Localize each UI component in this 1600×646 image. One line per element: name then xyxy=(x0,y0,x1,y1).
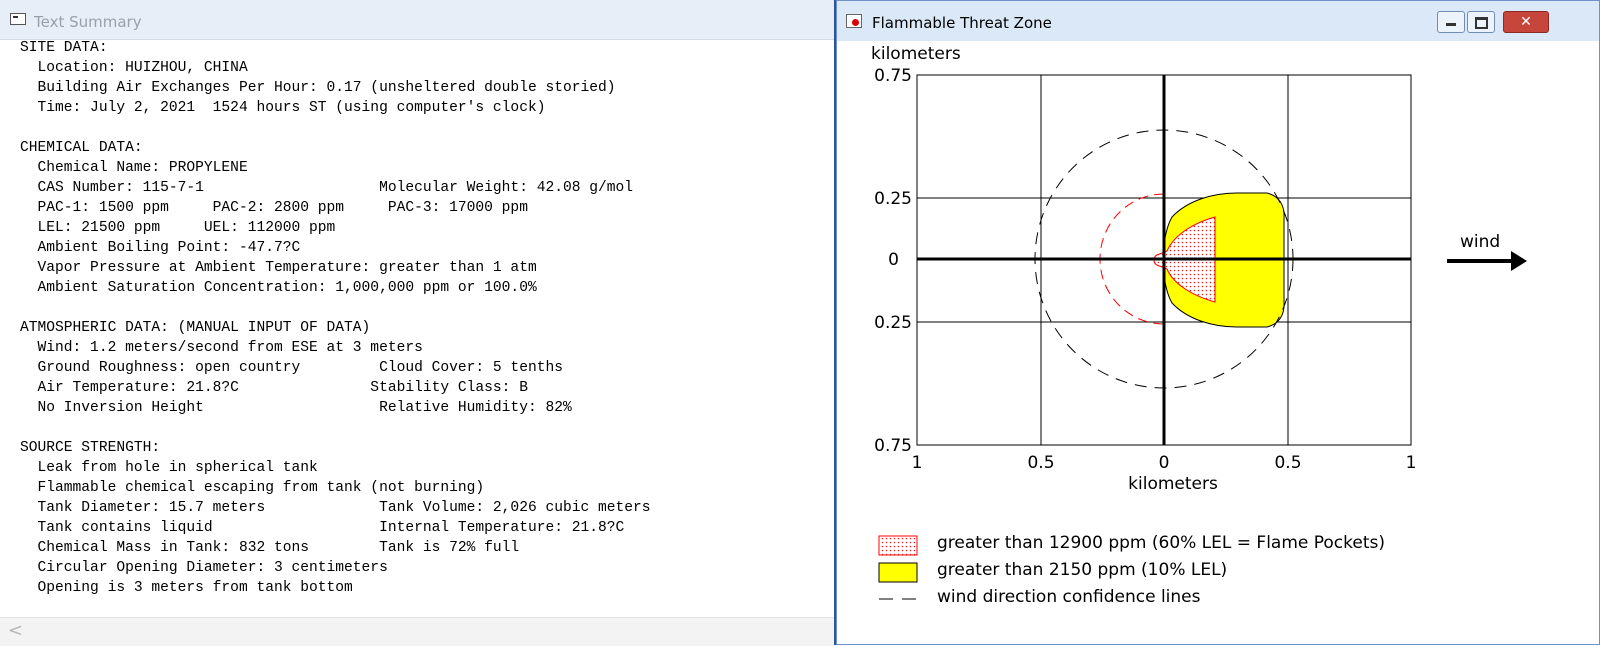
x-tick-label: 0 xyxy=(1159,453,1170,473)
x-tick-label: 1 xyxy=(1406,453,1417,473)
legend-swatch-lel xyxy=(878,562,918,583)
y-tick-label: 0.75 xyxy=(874,66,912,86)
summary-line xyxy=(20,118,651,138)
threat-zone-title: Flammable Threat Zone xyxy=(872,14,1052,32)
legend-label: greater than 2150 ppm (10% LEL) xyxy=(937,560,1227,580)
text-summary-title: Text Summary xyxy=(34,13,142,31)
y-axis-unit-label: kilometers xyxy=(871,44,961,64)
summary-line: Tank contains liquid Internal Temperatur… xyxy=(20,520,625,536)
summary-line: SITE DATA: xyxy=(20,40,108,56)
summary-line xyxy=(20,418,651,438)
y-tick-label: 0.25 xyxy=(874,189,912,209)
summary-line: Opening is 3 meters from tank bottom xyxy=(20,580,353,596)
summary-line: PAC-1: 1500 ppm PAC-2: 2800 ppm PAC-3: 1… xyxy=(20,200,528,216)
x-axis-unit-label: kilometers xyxy=(1128,474,1218,494)
summary-line: CAS Number: 115-7-1 Molecular Weight: 42… xyxy=(20,180,634,196)
summary-line: ATMOSPHERIC DATA: (MANUAL INPUT OF DATA) xyxy=(20,320,371,336)
summary-line: Ambient Boiling Point: -47.7?C xyxy=(20,240,301,256)
summary-line: Air Temperature: 21.8?C Stability Class:… xyxy=(20,380,528,396)
x-tick-label: 1 xyxy=(912,453,923,473)
summary-line: Circular Opening Diameter: 3 centimeters xyxy=(20,560,388,576)
wind-label: wind xyxy=(1460,232,1500,252)
summary-line: Flammable chemical escaping from tank (n… xyxy=(20,480,485,496)
summary-text: SITE DATA: Location: HUIZHOU, CHINA Buil… xyxy=(20,38,651,598)
text-summary-titlebar[interactable]: Text Summary xyxy=(0,0,834,40)
summary-line: Ambient Saturation Concentration: 1,000,… xyxy=(20,280,537,296)
summary-line: Vapor Pressure at Ambient Temperature: g… xyxy=(20,260,537,276)
threat-zone-app-icon xyxy=(846,14,862,28)
close-button[interactable]: ✕ xyxy=(1503,11,1549,33)
summary-line: Chemical Mass in Tank: 832 tons Tank is … xyxy=(20,540,520,556)
summary-line: No Inversion Height Relative Humidity: 8… xyxy=(20,400,572,416)
summary-line: LEL: 21500 ppm UEL: 112000 ppm xyxy=(20,220,336,236)
maximize-icon xyxy=(1474,17,1488,29)
summary-line: Location: HUIZHOU, CHINA xyxy=(20,60,248,76)
summary-line: Time: July 2, 2021 1524 hours ST (using … xyxy=(20,100,546,116)
y-tick-label: 0.75 xyxy=(874,436,912,456)
summary-line: Wind: 1.2 meters/second from ESE at 3 me… xyxy=(20,340,423,356)
summary-line: Building Air Exchanges Per Hour: 0.17 (u… xyxy=(20,80,616,96)
legend-swatch-flame-pockets xyxy=(878,535,918,556)
close-icon: ✕ xyxy=(1520,14,1532,30)
threat-zone-plot: kilometers 0.75 0.25 0 0.25 0.75 1 0.5 0… xyxy=(871,44,1527,607)
summary-line: SOURCE STRENGTH: xyxy=(20,440,161,456)
y-tick-label: 0.25 xyxy=(874,313,912,333)
threat-zone-window: Flammable Threat Zone ✕ kilometers 0.75 … xyxy=(836,0,1600,645)
threat-zone-titlebar[interactable]: Flammable Threat Zone ✕ xyxy=(837,1,1599,41)
summary-line: Chemical Name: PROPYLENE xyxy=(20,160,248,176)
minimize-button[interactable] xyxy=(1437,11,1465,33)
summary-line: Ground Roughness: open country Cloud Cov… xyxy=(20,360,563,376)
x-tick-label: 0.5 xyxy=(1027,453,1054,473)
text-summary-window: Text Summary SITE DATA: Location: HUIZHO… xyxy=(0,0,836,646)
maximize-button[interactable] xyxy=(1467,11,1495,33)
legend-label: wind direction confidence lines xyxy=(937,587,1201,607)
x-tick-label: 0.5 xyxy=(1274,453,1301,473)
summary-line: Leak from hole in spherical tank xyxy=(20,460,318,476)
window-app-icon xyxy=(10,13,26,25)
wind-arrow-icon xyxy=(1511,251,1527,271)
y-tick-label: 0 xyxy=(888,250,899,270)
legend-label: greater than 12900 ppm (60% LEL = Flame … xyxy=(937,533,1385,553)
horizontal-scrollbar[interactable]: < xyxy=(0,617,834,646)
summary-line: Tank Diameter: 15.7 meters Tank Volume: … xyxy=(20,500,651,516)
scroll-left-icon[interactable]: < xyxy=(8,620,23,641)
summary-line xyxy=(20,298,651,318)
minimize-icon xyxy=(1446,23,1456,26)
summary-line: CHEMICAL DATA: xyxy=(20,140,143,156)
